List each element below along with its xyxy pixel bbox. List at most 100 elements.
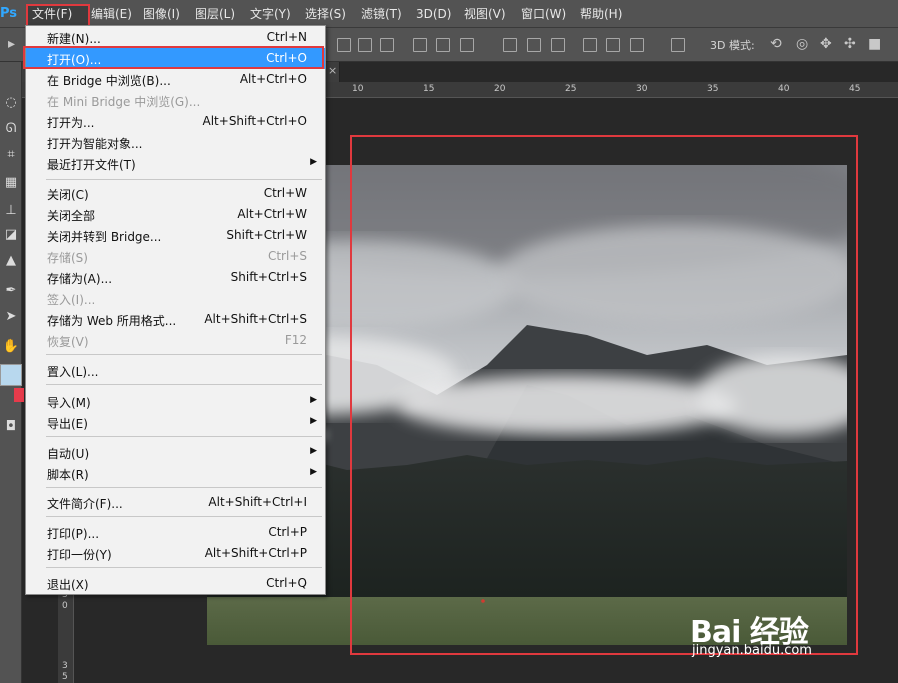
pen-tool-icon[interactable]: ✒ <box>1 282 21 300</box>
file-menu-item[interactable]: 打印(P)... Ctrl+P <box>26 522 325 543</box>
foreground-color-swatch[interactable] <box>0 364 22 386</box>
file-menu-item[interactable]: 新建(N)... Ctrl+N <box>26 27 325 48</box>
pan-3d-icon[interactable]: ✥ <box>820 36 832 52</box>
file-menu-item-shortcut: Shift+Ctrl+W <box>226 228 307 242</box>
ruler-tick: 10 <box>352 84 364 94</box>
auto-align-icon[interactable] <box>671 38 685 52</box>
file-menu-item-shortcut: Alt+Ctrl+W <box>237 207 307 221</box>
file-menu-item-label: 新建(N)... <box>47 32 101 46</box>
menu-window[interactable]: 窗口(W) <box>521 5 566 23</box>
crop-tool-icon[interactable]: ⌗ <box>1 146 21 164</box>
file-menu-item[interactable]: 关闭(C) Ctrl+W <box>26 183 325 204</box>
file-menu-item[interactable]: 自动(U) ▶ <box>26 442 325 463</box>
file-dropdown-menu: 新建(N)... Ctrl+N 打开(O)... Ctrl+O 在 Bridge 中浏览… <box>25 25 326 595</box>
file-menu-item-label: 置入(L)... <box>47 365 99 379</box>
mode-3d-label: 3D 模式: <box>710 39 755 52</box>
menu-3d[interactable]: 3D(D) <box>416 5 451 23</box>
watermark-url: jingyan.baidu.com <box>692 643 812 658</box>
ruler-tick: 20 <box>494 84 506 94</box>
file-menu-item-label: 打开为... <box>47 116 95 130</box>
rotate-3d-icon[interactable]: ⟲ <box>770 36 782 52</box>
menu-image[interactable]: 图像(I) <box>143 5 180 23</box>
menu-separator <box>46 567 322 568</box>
background-color-swatch[interactable] <box>14 388 24 402</box>
menu-select[interactable]: 选择(S) <box>305 5 346 23</box>
menu-filter[interactable]: 滤镜(T) <box>361 5 402 23</box>
align-vcenter-icon[interactable] <box>358 38 372 52</box>
file-menu-item: 在 Mini Bridge 中浏览(G)... <box>26 90 325 111</box>
file-menu-item-label: 在 Bridge 中浏览(B)... <box>47 74 171 88</box>
file-menu-item-shortcut: Alt+Shift+Ctrl+S <box>204 312 307 326</box>
quick-mask-icon[interactable]: ◘ <box>1 418 21 436</box>
slide-3d-icon[interactable]: ✣ <box>844 36 856 52</box>
file-menu-item[interactable]: 打开为智能对象... <box>26 132 325 153</box>
file-menu-item-label: 关闭并转到 Bridge... <box>47 230 162 244</box>
ruler-tick: 45 <box>849 84 861 94</box>
eyedropper-tool-icon[interactable]: ▦ <box>1 174 21 192</box>
file-menu-item-label: 关闭(C) <box>47 188 89 202</box>
camera-3d-icon[interactable]: ■ <box>868 36 881 52</box>
close-document-icon[interactable]: × <box>328 64 337 77</box>
file-menu-item[interactable]: 存储为 Web 所用格式... Alt+Shift+Ctrl+S <box>26 309 325 330</box>
menu-type[interactable]: 文字(Y) <box>250 5 291 23</box>
menu-separator <box>46 487 322 488</box>
distribute-bottom-icon[interactable] <box>551 38 565 52</box>
distribute-right-icon[interactable] <box>630 38 644 52</box>
align-right-icon[interactable] <box>460 38 474 52</box>
file-menu-item: 签入(I)... <box>26 288 325 309</box>
file-menu-item-label: 恢复(V) <box>47 335 89 349</box>
align-top-icon[interactable] <box>337 38 351 52</box>
roll-3d-icon[interactable]: ◎ <box>796 36 808 52</box>
file-menu-item[interactable]: 最近打开文件(T) ▶ <box>26 153 325 174</box>
file-menu-item-shortcut: Ctrl+P <box>268 525 307 539</box>
distribute-top-icon[interactable] <box>503 38 517 52</box>
eraser-tool-icon[interactable]: ◪ <box>1 226 21 244</box>
file-menu-item-label: 最近打开文件(T) <box>47 158 136 172</box>
file-menu-item: 恢复(V) F12 <box>26 330 325 351</box>
file-menu-item[interactable]: 文件简介(F)... Alt+Shift+Ctrl+I <box>26 492 325 513</box>
lasso-tool-icon[interactable]: ᘏ <box>1 120 21 138</box>
menu-file[interactable]: 文件(F) <box>32 5 72 23</box>
file-menu-item[interactable]: 在 Bridge 中浏览(B)... Alt+Ctrl+O <box>26 69 325 90</box>
photoshop-logo-icon: Ps <box>0 6 18 21</box>
align-hcenter-icon[interactable] <box>436 38 450 52</box>
file-menu-item[interactable]: 退出(X) Ctrl+Q <box>26 573 325 594</box>
file-menu-item-shortcut: Alt+Shift+Ctrl+I <box>208 495 307 509</box>
file-menu-item[interactable]: 存储为(A)... Shift+Ctrl+S <box>26 267 325 288</box>
ruler-tick: 15 <box>423 84 435 94</box>
file-menu-item[interactable]: 打印一份(Y) Alt+Shift+Ctrl+P <box>26 543 325 564</box>
file-menu-item-shortcut: F12 <box>284 333 307 347</box>
align-bottom-icon[interactable] <box>380 38 394 52</box>
gradient-tool-icon[interactable]: ▲ <box>1 252 21 270</box>
file-menu-item-label: 自动(U) <box>47 447 90 461</box>
distribute-left-icon[interactable] <box>583 38 597 52</box>
menu-help[interactable]: 帮助(H) <box>580 5 622 23</box>
file-menu-item[interactable]: 打开为... Alt+Shift+Ctrl+O <box>26 111 325 132</box>
move-tool-icon[interactable]: ▸ <box>8 36 15 52</box>
file-menu-item[interactable]: 脚本(R) ▶ <box>26 463 325 484</box>
ruler-tick: 40 <box>778 84 790 94</box>
file-menu-item[interactable]: 关闭并转到 Bridge... Shift+Ctrl+W <box>26 225 325 246</box>
submenu-arrow-icon: ▶ <box>310 157 317 167</box>
path-select-tool-icon[interactable]: ➤ <box>1 308 21 326</box>
menu-separator <box>46 436 322 437</box>
distribute-vcenter-icon[interactable] <box>527 38 541 52</box>
menu-layer[interactable]: 图层(L) <box>195 5 235 23</box>
file-menu-item[interactable]: 关闭全部 Alt+Ctrl+W <box>26 204 325 225</box>
file-menu-item[interactable]: 置入(L)... <box>26 360 325 381</box>
submenu-arrow-icon: ▶ <box>310 395 317 405</box>
file-menu-item[interactable]: 导出(E) ▶ <box>26 412 325 433</box>
file-menu-item[interactable]: 导入(M) ▶ <box>26 391 325 412</box>
menu-edit[interactable]: 编辑(E) <box>91 5 132 23</box>
stamp-tool-icon[interactable]: ⊥ <box>1 202 21 220</box>
ruler-tick: 0 <box>62 601 68 611</box>
align-left-icon[interactable] <box>413 38 427 52</box>
hand-tool-icon[interactable]: ✋ <box>1 338 21 356</box>
menu-separator <box>46 179 322 180</box>
menu-view[interactable]: 视图(V) <box>464 5 506 23</box>
distribute-hcenter-icon[interactable] <box>606 38 620 52</box>
file-menu-item-shortcut: Ctrl+S <box>267 249 307 263</box>
file-menu-item-shortcut: Ctrl+N <box>266 30 307 44</box>
marquee-tool-icon[interactable]: ◌ <box>1 94 21 112</box>
file-menu-item-label: 签入(I)... <box>47 293 96 307</box>
